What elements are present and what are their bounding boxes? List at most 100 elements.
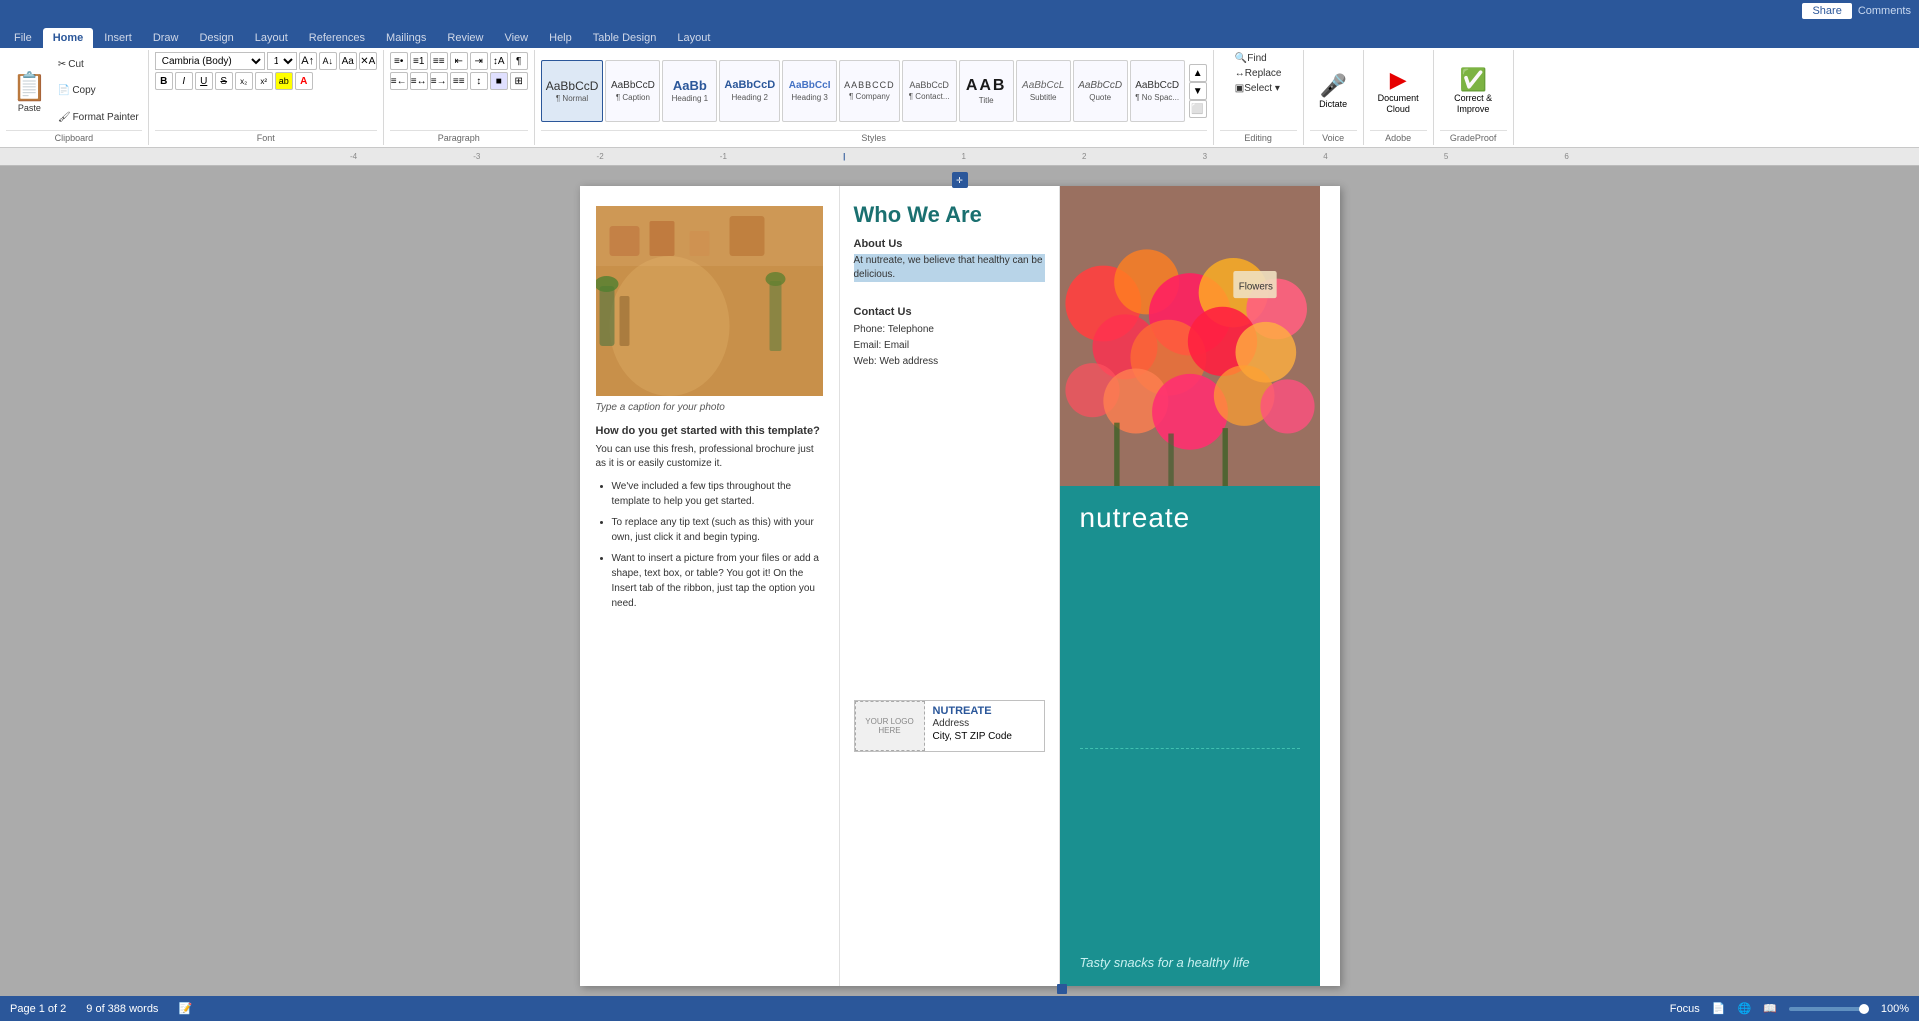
underline-button[interactable]: U [195,72,213,90]
tab-mailings[interactable]: Mailings [376,28,436,48]
document-area[interactable]: ✛ [0,166,1919,996]
paste-button[interactable]: 📋 Paste [6,52,53,130]
styles-scroll-down[interactable]: ▼ [1189,82,1207,100]
company-city: City, ST ZIP Code [933,731,1012,742]
align-right-button[interactable]: ≡→ [430,72,448,90]
table-move-handle[interactable]: ✛ [952,172,968,188]
style-title[interactable]: AAB Title [959,60,1014,122]
contact-info: Phone: Telephone Email: Email Web: Web a… [854,322,1045,370]
share-button[interactable]: Share [1802,3,1851,19]
ruler: -4-3-2-1 | 123456 [0,148,1919,166]
font-shrink-button[interactable]: A↓ [319,52,337,70]
flowers-photo[interactable]: Flowers [1060,186,1320,486]
border-button[interactable]: ⊞ [510,72,528,90]
zoom-slider[interactable] [1789,1007,1869,1011]
tab-home[interactable]: Home [43,28,94,48]
tab-layout2[interactable]: Layout [667,28,720,48]
clipboard-group: 📋 Paste ✂ Cut 📄 Copy 🖌 Format Painter Cl… [0,50,149,145]
tab-review[interactable]: Review [437,28,493,48]
clipboard-label: Clipboard [6,130,142,143]
style-caption[interactable]: AaBbCcD ¶ Caption [605,60,660,122]
italic-button[interactable]: I [175,72,193,90]
font-family-select[interactable]: Cambria (Body) [155,52,265,70]
word-count: 9 of 388 words [86,1003,158,1015]
cut-button[interactable]: ✂ Cut [55,58,142,71]
font-label: Font [155,130,377,143]
format-painter-button[interactable]: 🖌 Format Painter [55,111,142,124]
style-normal[interactable]: AaBbCcD ¶ Normal [541,60,604,122]
logo-placeholder[interactable]: YOUR LOGO HERE [855,701,925,751]
show-marks-button[interactable]: ¶ [510,52,528,70]
font-size-select[interactable]: 11 [267,52,297,70]
style-heading3[interactable]: AaBbCcI Heading 3 [782,60,837,122]
photo-left[interactable] [596,206,823,396]
clear-format-button[interactable]: ✕A [359,52,377,70]
tab-table-design[interactable]: Table Design [583,28,667,48]
styles-expand[interactable]: ⬜ [1189,100,1207,118]
multilevel-button[interactable]: ≡≡ [430,52,448,70]
zoom-level[interactable]: 100% [1881,1003,1909,1015]
bullet-item-2: To replace any tip text (such as this) w… [612,515,823,545]
correct-improve-button[interactable]: ✅ Correct &Improve [1454,67,1492,115]
sort-button[interactable]: ↕A [490,52,508,70]
company-address: Address [933,717,1012,731]
bullet-item-1: We've included a few tips throughout the… [612,479,823,509]
tab-design[interactable]: Design [189,28,243,48]
increase-indent-button[interactable]: ⇥ [470,52,488,70]
view-mode-web[interactable]: 🌐 [1737,1002,1751,1015]
style-nospace[interactable]: AaBbCcD ¶ No Spac... [1130,60,1185,122]
subscript-button[interactable]: x₂ [235,72,253,90]
about-text[interactable]: At nutreate, we believe that healthy can… [854,254,1045,282]
tab-layout[interactable]: Layout [245,28,298,48]
comments-button[interactable]: Comments [1858,5,1911,17]
resize-handle[interactable] [1057,984,1067,994]
style-heading1[interactable]: AaBb Heading 1 [662,60,717,122]
tab-references[interactable]: References [299,28,375,48]
tab-view[interactable]: View [494,28,538,48]
document-page: ✛ [580,186,1340,986]
font-color-button[interactable]: A [295,72,313,90]
contact-heading: Contact Us [854,306,1045,318]
select-button[interactable]: ▣ Select ▾ [1232,82,1283,95]
decrease-indent-button[interactable]: ⇤ [450,52,468,70]
tab-help[interactable]: Help [539,28,582,48]
text-highlight-button[interactable]: ab [275,72,293,90]
superscript-button[interactable]: x² [255,72,273,90]
align-center-button[interactable]: ≡↔ [410,72,428,90]
tab-draw[interactable]: Draw [143,28,189,48]
focus-button[interactable]: Focus [1670,1003,1700,1015]
replace-button[interactable]: ↔ Replace [1232,67,1285,80]
style-heading2[interactable]: AaBbCcD Heading 2 [719,60,780,122]
tab-file[interactable]: File [4,28,42,48]
find-button[interactable]: 🔍 Find [1232,52,1270,65]
shading-button[interactable]: ■ [490,72,508,90]
bold-button[interactable]: B [155,72,173,90]
bullet-item-3: Want to insert a picture from your files… [612,551,823,611]
about-heading: About Us [854,238,1045,250]
tab-insert[interactable]: Insert [94,28,142,48]
view-mode-read[interactable]: 📖 [1763,1002,1777,1015]
styles-scroll-up[interactable]: ▲ [1189,64,1207,82]
view-mode-print[interactable]: 📄 [1712,1002,1726,1015]
ribbon: 📋 Paste ✂ Cut 📄 Copy 🖌 Format Painter Cl… [0,48,1919,148]
styles-label: Styles [541,130,1207,143]
justify-button[interactable]: ≡≡ [450,72,468,90]
document-cloud-button[interactable]: ▶ DocumentCloud [1378,67,1419,115]
copy-button[interactable]: 📄 Copy [55,84,142,97]
line-spacing-button[interactable]: ↕ [470,72,488,90]
strikethrough-button[interactable]: S [215,72,233,90]
dictate-button[interactable]: 🎤 Dictate [1319,73,1347,109]
numbering-button[interactable]: ≡1 [410,52,428,70]
paragraph-label: Paragraph [390,130,528,143]
adobe-group: ▶ DocumentCloud Adobe [1364,50,1434,145]
voice-label: Voice [1310,130,1357,143]
style-company[interactable]: AABBCCD ¶ Company [839,60,900,122]
style-subtitle[interactable]: AaBbCcL Subtitle [1016,60,1071,122]
bullets-button[interactable]: ≡• [390,52,408,70]
style-contact[interactable]: AaBbCcD ¶ Contact... [902,60,957,122]
style-quote[interactable]: AaBbCcD Quote [1073,60,1128,122]
change-case-button[interactable]: Aa [339,52,357,70]
align-left-button[interactable]: ≡← [390,72,408,90]
status-bar: Page 1 of 2 9 of 388 words 📝 Focus 📄 🌐 📖… [0,996,1919,1021]
font-grow-button[interactable]: A↑ [299,52,317,70]
